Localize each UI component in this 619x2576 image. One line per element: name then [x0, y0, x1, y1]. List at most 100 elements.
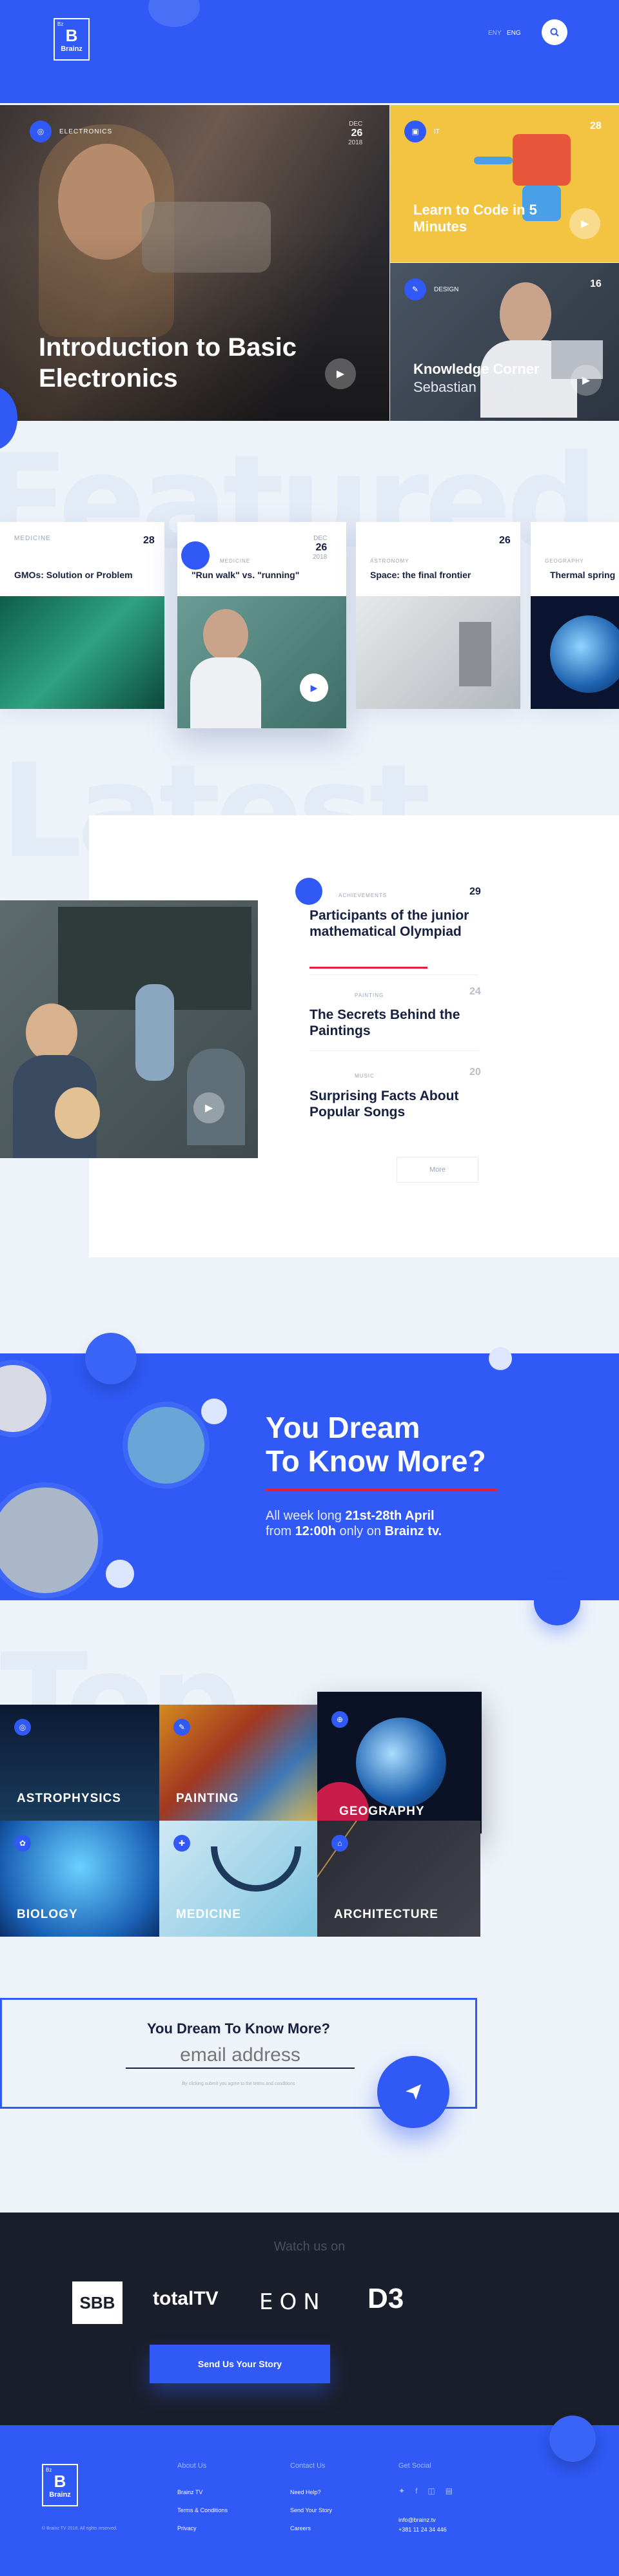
featured-card[interactable]: ASTRONOMY 26 Space: the final frontier: [356, 522, 520, 709]
latest-item-title[interactable]: Surprising Facts About Popular Songs: [310, 1088, 477, 1120]
linkedin-icon[interactable]: ▤: [446, 2486, 453, 2495]
tile-icon: ✚: [173, 1835, 190, 1852]
search-button[interactable]: [542, 19, 567, 45]
hero-bottom-play-button[interactable]: ▶: [571, 365, 602, 396]
copyright: © Brainz TV 2018. All rights reserved.: [42, 2526, 117, 2531]
footer-link[interactable]: Brainz TV: [177, 2489, 202, 2495]
latest-item-title[interactable]: Participants of the junior mathematical …: [310, 907, 477, 940]
topic-tile-painting[interactable]: ✎ PAINTING: [159, 1705, 317, 1821]
newsletter-submit-button[interactable]: [377, 2056, 449, 2128]
logo[interactable]: Bz B Brainz: [54, 18, 90, 61]
language-switch-a[interactable]: ENY: [488, 30, 502, 37]
hero-bottom-category[interactable]: DESIGN: [434, 286, 458, 293]
send-story-button[interactable]: Send Us Your Story: [150, 2345, 330, 2383]
footer-email[interactable]: info@brainz.tv: [398, 2517, 436, 2523]
watch-label: Watch us on: [273, 2240, 346, 2254]
tile-icon: ✎: [173, 1719, 190, 1736]
topic-tile-architecture[interactable]: ⌂ ARCHITECTURE: [317, 1821, 480, 1937]
send-icon: [406, 2084, 421, 2100]
promo-text: All week long 21st-28th April from 12:00…: [266, 1509, 442, 1538]
latest-classroom-image[interactable]: ▶: [0, 900, 258, 1158]
tile-label: MEDICINE: [176, 1908, 241, 1921]
hero-top-category-icon: ▣: [404, 121, 426, 142]
deco-bubble: [489, 1347, 512, 1370]
latest-active-underline: [310, 967, 427, 969]
footer-link[interactable]: Careers: [290, 2525, 311, 2532]
topic-tile-medicine[interactable]: ✚ MEDICINE: [159, 1821, 317, 1937]
twitter-icon[interactable]: ✦: [398, 2486, 405, 2495]
student-2: [55, 1087, 100, 1139]
social-icons: ✦ f ◫ ▤: [398, 2486, 453, 2495]
tile-label: ASTROPHYSICS: [17, 1792, 121, 1805]
featured-active-category: MEDICINE: [220, 558, 251, 564]
logo-word: Brainz: [49, 2491, 71, 2499]
tile-icon: ✿: [14, 1835, 31, 1852]
tile-label: GEOGRAPHY: [339, 1805, 425, 1818]
instagram-icon[interactable]: ◫: [427, 2486, 435, 2495]
tile-icon: ⌂: [331, 1835, 348, 1852]
hero-side-bottom-card[interactable]: ✎ DESIGN 16 Knowledge Corner Sebastian M…: [390, 263, 619, 421]
hero-main-card[interactable]: ◎ ELECTRONICS DEC 26 2018 Introduction to …: [0, 105, 389, 421]
search-icon: [550, 28, 559, 37]
featured-card-category: MEDICINE: [14, 535, 51, 542]
hero-bottom-date: 16: [590, 278, 602, 289]
footer-link[interactable]: Terms & Conditions: [177, 2507, 228, 2513]
language-switch-b[interactable]: ENG: [507, 30, 521, 37]
header-band: [0, 0, 619, 103]
hero-main-play-button[interactable]: ▶: [325, 358, 356, 389]
boy-body: [190, 657, 261, 728]
hero-top-play-button[interactable]: ▶: [569, 208, 600, 239]
featured-active-title: "Run walk" vs. "running": [192, 570, 300, 580]
deco-bubble: [549, 2416, 596, 2462]
newsletter-title: You Dream To Know More?: [147, 2020, 330, 2037]
promo-photo-desk: [123, 1402, 210, 1489]
footer-logo[interactable]: Bz B Brainz: [42, 2464, 78, 2506]
featured-card-active[interactable]: MEDICINE DEC 26 2018 "Run walk" vs. "runni…: [177, 522, 346, 728]
tile-icon: ⊕: [331, 1711, 348, 1728]
latest-item-date: 24: [469, 986, 481, 997]
latest-item-title[interactable]: The Secrets Behind the Paintings: [310, 1007, 477, 1039]
topic-tile-biology[interactable]: ✿ BIOLOGY: [0, 1821, 159, 1937]
logo-word: Brainz: [61, 45, 83, 53]
featured-card[interactable]: MEDICINE 28 GMOs: Solution or Problem: [0, 522, 164, 709]
featured-card[interactable]: GEOGRAPHY Thermal spring: [531, 522, 619, 709]
stethoscope-illustration: [211, 1846, 301, 1892]
hero-bottom-category-icon: ✎: [404, 278, 426, 300]
channel-logo-totaltv[interactable]: totalTV: [153, 2288, 219, 2310]
featured-card-date: 28: [143, 535, 155, 546]
footer-link[interactable]: Need Help?: [290, 2489, 321, 2495]
hero-top-title[interactable]: Learn to Code in 5 Minutes: [413, 202, 542, 236]
hero-main-category[interactable]: ELECTRONICS: [59, 128, 112, 135]
footer-link[interactable]: Privacy: [177, 2525, 197, 2532]
facebook-icon[interactable]: f: [415, 2486, 417, 2495]
latest-item-category: PAINTING: [355, 993, 384, 998]
latest-item-category: MUSIC: [355, 1073, 375, 1079]
channel-logo-sbb[interactable]: SBB: [72, 2281, 123, 2324]
topic-tile-astrophysics[interactable]: ◎ ASTROPHYSICS: [0, 1705, 159, 1821]
hero-top-category[interactable]: IT: [434, 128, 440, 135]
featured-play-button[interactable]: ▶: [300, 673, 328, 702]
footer-col1-title: About Us: [177, 2462, 207, 2470]
hero-side-top-card[interactable]: ▣ IT 28 Learn to Code in 5 Minutes ▶: [390, 105, 619, 262]
hero-bottom-title[interactable]: Knowledge Corner: [413, 361, 540, 378]
tile-label: BIOLOGY: [17, 1908, 78, 1921]
latest-more-button[interactable]: More: [397, 1157, 478, 1183]
deco-bubble: [201, 1399, 227, 1424]
hero-top-date: 28: [590, 121, 602, 131]
promo-underline: [266, 1489, 498, 1491]
footer-col2-title: Contact Us: [290, 2462, 326, 2470]
leaf-image: [0, 596, 164, 709]
footer-link[interactable]: Send Your Story: [290, 2507, 332, 2513]
latest-play-button[interactable]: ▶: [193, 1092, 224, 1123]
email-field[interactable]: [126, 2043, 355, 2069]
channel-logo-eon[interactable]: EON: [259, 2289, 326, 2315]
hero-main-date: DEC 26 2018: [348, 121, 363, 146]
hero-main-title[interactable]: Introduction to Basic Electronics: [39, 332, 310, 394]
student-1: [26, 1003, 77, 1061]
footer-phone[interactable]: +381 11 24 34 446: [398, 2526, 447, 2533]
latest-item-date: 20: [469, 1067, 481, 1078]
topic-tile-geography[interactable]: ⊕ GEOGRAPHY: [317, 1692, 482, 1834]
deco-bubble: [106, 1560, 134, 1588]
boy-chalkboard-image: [177, 596, 346, 728]
channel-logo-d3[interactable]: D3: [368, 2283, 404, 2315]
